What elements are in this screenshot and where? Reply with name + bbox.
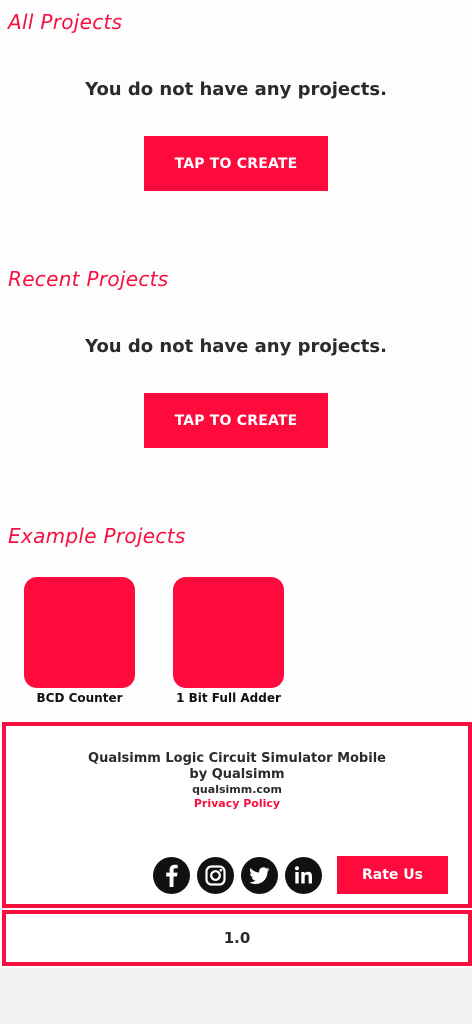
- example-project-bcd-counter[interactable]: BCD Counter: [24, 577, 135, 705]
- all-projects-title: All Projects: [8, 10, 123, 34]
- website-link[interactable]: qualsimm.com: [6, 783, 468, 796]
- main-content: All Projects You do not have any project…: [0, 0, 472, 968]
- twitter-icon[interactable]: [241, 857, 278, 894]
- linkedin-icon[interactable]: [285, 857, 322, 894]
- all-projects-create-button[interactable]: TAP TO CREATE: [144, 136, 328, 191]
- example-projects-title: Example Projects: [8, 524, 186, 548]
- privacy-policy-link[interactable]: Privacy Policy: [6, 797, 468, 810]
- version-panel: 1.0: [2, 910, 472, 966]
- example-project-full-adder[interactable]: 1 Bit Full Adder: [173, 577, 284, 705]
- instagram-icon[interactable]: [197, 857, 234, 894]
- about-panel: Qualsimm Logic Circuit Simulator Mobile …: [2, 722, 472, 908]
- recent-projects-create-button[interactable]: TAP TO CREATE: [144, 393, 328, 448]
- recent-projects-title: Recent Projects: [8, 267, 169, 291]
- example-project-label: 1 Bit Full Adder: [176, 691, 281, 705]
- example-project-thumbnail[interactable]: [24, 577, 135, 688]
- example-project-thumbnail[interactable]: [173, 577, 284, 688]
- version-label: 1.0: [223, 929, 251, 947]
- example-project-label: BCD Counter: [36, 691, 123, 705]
- recent-projects-empty-message: You do not have any projects.: [85, 336, 387, 357]
- facebook-icon[interactable]: [153, 857, 190, 894]
- app-author: by Qualsimm: [189, 767, 285, 782]
- all-projects-empty-message: You do not have any projects.: [85, 79, 387, 100]
- app-name: Qualsimm Logic Circuit Simulator Mobile: [88, 751, 386, 766]
- rate-us-button[interactable]: Rate Us: [337, 856, 448, 894]
